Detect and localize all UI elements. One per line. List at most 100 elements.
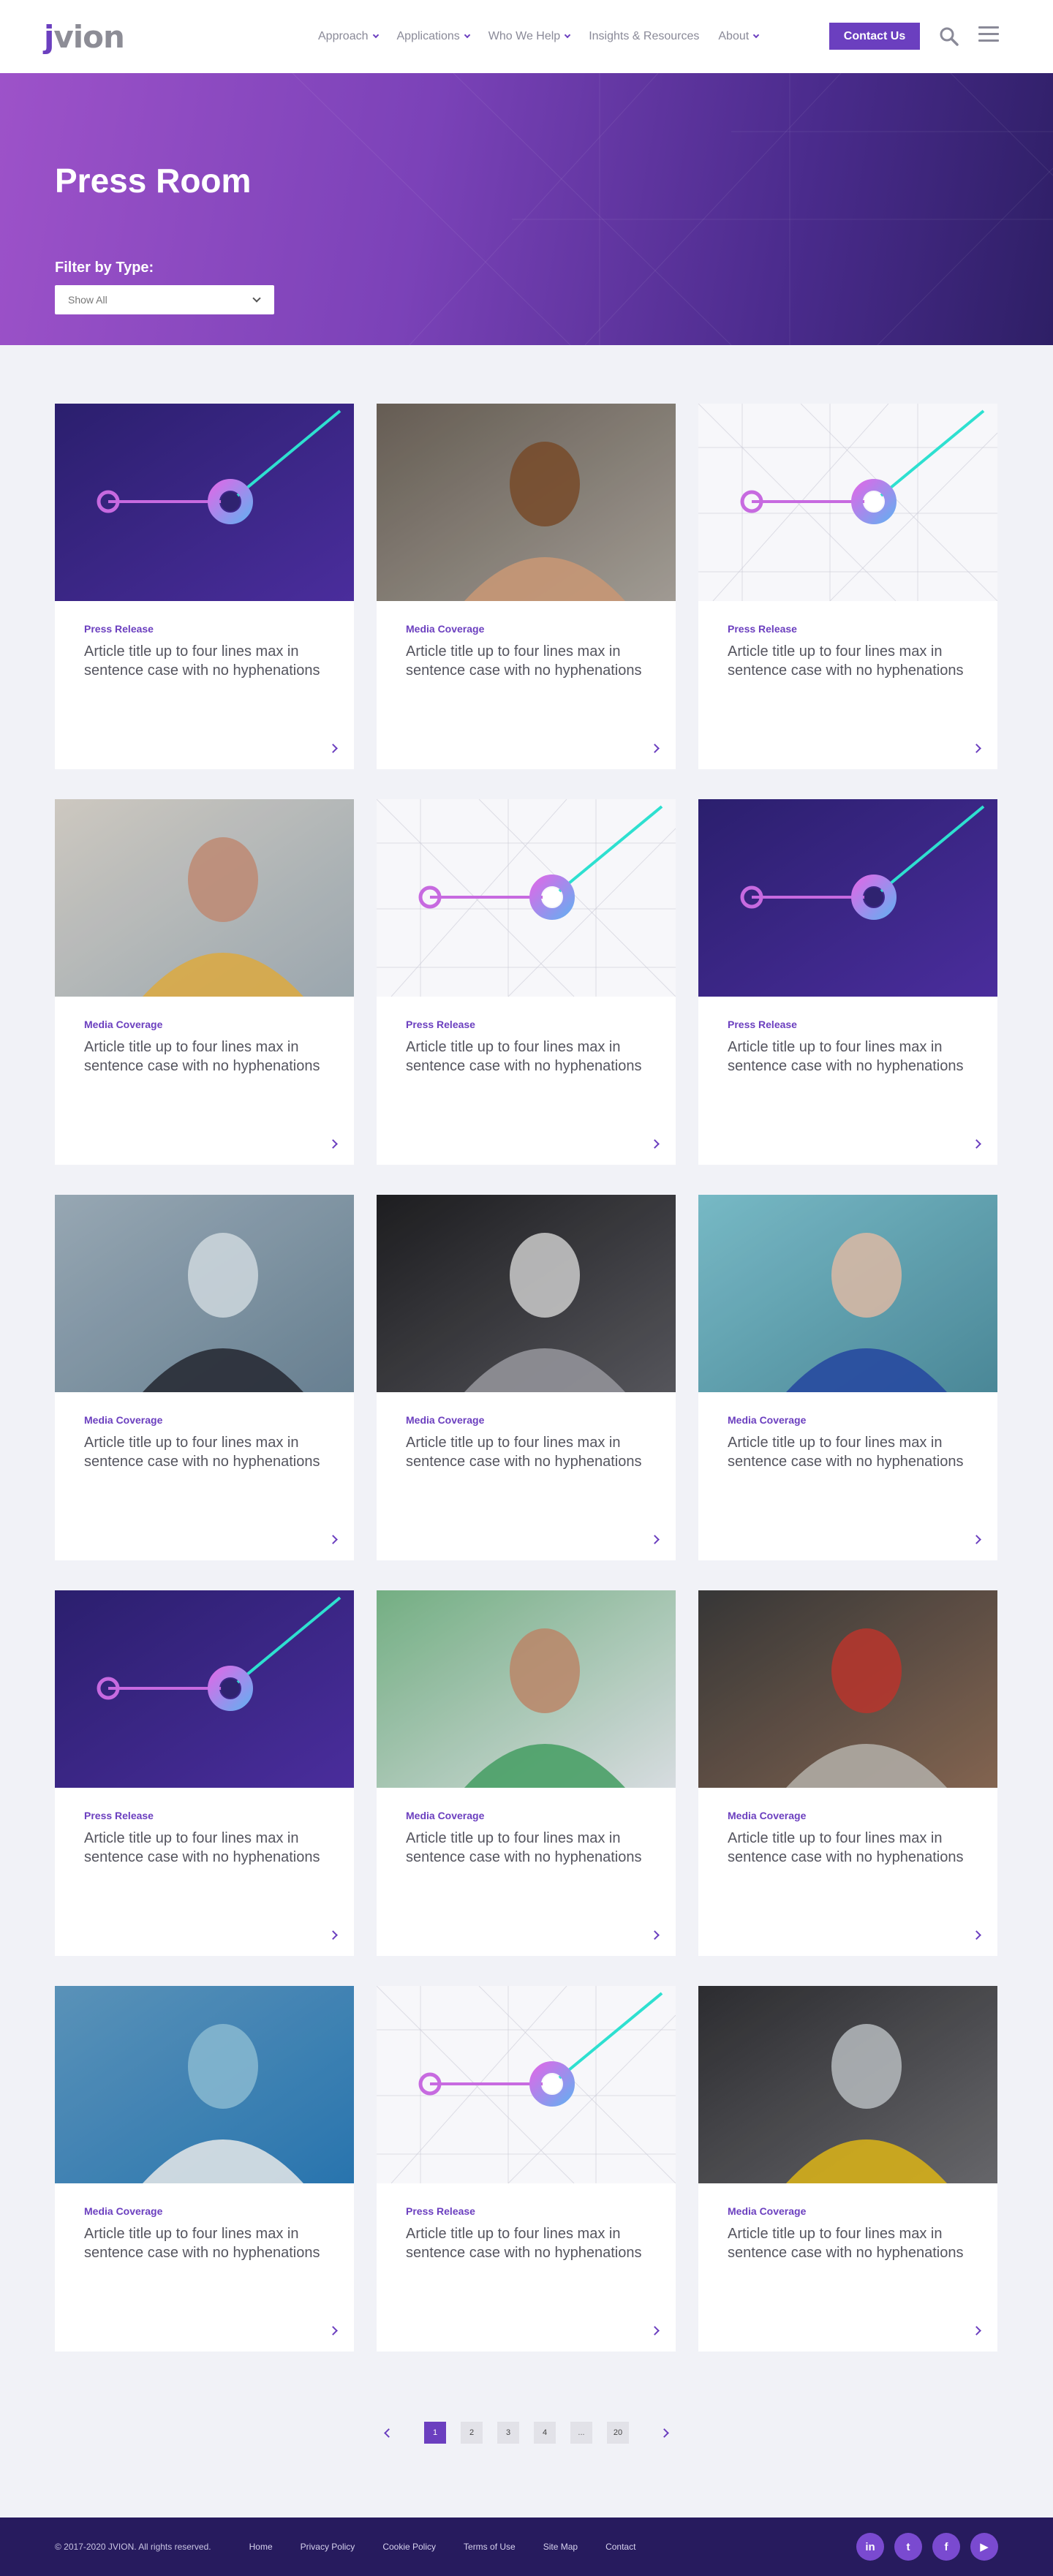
footer-link-terms-of-use[interactable]: Terms of Use <box>464 2542 516 2552</box>
nav-item-who-we-help[interactable]: Who We Help <box>488 30 571 43</box>
article-type-label: Media Coverage <box>728 1810 807 1821</box>
article-title[interactable]: Article title up to four lines max in se… <box>406 1829 647 1867</box>
nav-item-about[interactable]: About <box>718 30 760 43</box>
article-type-label: Media Coverage <box>406 1810 485 1821</box>
article-type-label: Media Coverage <box>406 1414 485 1426</box>
chevron-right-icon[interactable] <box>328 1139 338 1149</box>
facebook-icon[interactable]: f <box>932 2533 960 2561</box>
article-card[interactable]: Media Coverage Article title up to four l… <box>377 1590 676 1956</box>
search-icon[interactable] <box>939 26 959 47</box>
filter-type-select[interactable]: Show All <box>55 285 274 314</box>
chevron-right-icon[interactable] <box>650 1139 660 1149</box>
article-title[interactable]: Article title up to four lines max in se… <box>84 2224 325 2262</box>
article-title[interactable]: Article title up to four lines max in se… <box>728 1433 969 1471</box>
article-title[interactable]: Article title up to four lines max in se… <box>406 642 647 680</box>
article-photo <box>698 1986 997 2183</box>
article-title[interactable]: Article title up to four lines max in se… <box>84 1433 325 1471</box>
article-grid: Press Release Article title up to four li… <box>0 345 1053 2352</box>
footer-link-privacy-policy[interactable]: Privacy Policy <box>301 2542 355 2552</box>
chevron-down-icon <box>564 31 571 39</box>
linkedin-icon[interactable]: in <box>856 2533 884 2561</box>
nav-item-approach[interactable]: Approach <box>318 30 379 43</box>
article-type-label: Press Release <box>728 623 797 635</box>
chevron-right-icon[interactable] <box>972 1535 981 1544</box>
copyright-text: © 2017-2020 JVION. All rights reserved. <box>55 2542 211 2552</box>
article-card[interactable]: Press Release Article title up to four li… <box>55 404 354 769</box>
article-title[interactable]: Article title up to four lines max in se… <box>728 1829 969 1867</box>
chevron-right-icon[interactable] <box>972 1930 981 1940</box>
chevron-right-icon[interactable] <box>328 1930 338 1940</box>
article-card[interactable]: Press Release Article title up to four li… <box>698 799 997 1165</box>
twitter-icon[interactable]: t <box>894 2533 922 2561</box>
next-page-arrow-icon[interactable] <box>660 2428 669 2438</box>
article-photo <box>55 799 354 997</box>
page-button-4[interactable]: 4 <box>534 2422 556 2444</box>
press-release-graphic <box>698 799 997 997</box>
nav-item-applications[interactable]: Applications <box>397 30 471 43</box>
chevron-right-icon[interactable] <box>650 1535 660 1544</box>
page-button-2[interactable]: 2 <box>461 2422 483 2444</box>
chevron-right-icon[interactable] <box>328 744 338 753</box>
footer-link-site-map[interactable]: Site Map <box>543 2542 578 2552</box>
contact-us-button[interactable]: Contact Us <box>829 23 920 50</box>
article-card[interactable]: Media Coverage Article title up to four l… <box>55 1195 354 1560</box>
article-type-label: Media Coverage <box>84 2205 163 2217</box>
article-card[interactable]: Press Release Article title up to four li… <box>377 799 676 1165</box>
filter-label: Filter by Type: <box>55 260 154 276</box>
page-button-last[interactable]: 20 <box>607 2422 629 2444</box>
previous-page-arrow-icon[interactable] <box>384 2428 393 2438</box>
chevron-right-icon[interactable] <box>650 1930 660 1940</box>
article-type-label: Media Coverage <box>406 623 485 635</box>
article-title[interactable]: Article title up to four lines max in se… <box>84 1829 325 1867</box>
article-card[interactable]: Press Release Article title up to four li… <box>377 1986 676 2352</box>
youtube-icon[interactable]: ▶ <box>970 2533 998 2561</box>
article-card[interactable]: Media Coverage Article title up to four l… <box>377 1195 676 1560</box>
article-title[interactable]: Article title up to four lines max in se… <box>406 1038 647 1076</box>
chevron-down-icon <box>372 31 379 39</box>
article-card[interactable]: Press Release Article title up to four li… <box>55 1590 354 1956</box>
site-header: j vion Approach Applications Who We Help … <box>0 0 1053 73</box>
footer-link-cookie-policy[interactable]: Cookie Policy <box>382 2542 436 2552</box>
article-title[interactable]: Article title up to four lines max in se… <box>84 642 325 680</box>
main-nav: Approach Applications Who We Help Insigh… <box>318 0 777 73</box>
chevron-right-icon[interactable] <box>650 744 660 753</box>
article-title[interactable]: Article title up to four lines max in se… <box>728 1038 969 1076</box>
chevron-right-icon[interactable] <box>328 1535 338 1544</box>
chevron-down-icon <box>252 294 261 303</box>
article-photo <box>377 404 676 601</box>
page-button-1[interactable]: 1 <box>424 2422 446 2444</box>
article-photo <box>377 1195 676 1392</box>
page-button-3[interactable]: 3 <box>497 2422 519 2444</box>
article-title[interactable]: Article title up to four lines max in se… <box>728 642 969 680</box>
footer-link-contact[interactable]: Contact <box>605 2542 635 2552</box>
press-release-graphic <box>55 1590 354 1788</box>
hamburger-menu-icon[interactable] <box>978 26 999 44</box>
article-card[interactable]: Media Coverage Article title up to four l… <box>377 404 676 769</box>
nav-item-insights-resources[interactable]: Insights & Resources <box>589 30 699 43</box>
article-type-label: Press Release <box>406 1019 475 1030</box>
footer-link-home[interactable]: Home <box>249 2542 273 2552</box>
article-card[interactable]: Media Coverage Article title up to four l… <box>698 1590 997 1956</box>
article-card[interactable]: Media Coverage Article title up to four l… <box>698 1986 997 2352</box>
article-type-label: Media Coverage <box>84 1019 163 1030</box>
chevron-right-icon[interactable] <box>972 744 981 753</box>
chevron-right-icon[interactable] <box>650 2326 660 2335</box>
chevron-right-icon[interactable] <box>972 1139 981 1149</box>
article-title[interactable]: Article title up to four lines max in se… <box>728 2224 969 2262</box>
jvion-logo[interactable]: j vion <box>44 19 125 55</box>
nav-label: About <box>718 30 750 42</box>
article-title[interactable]: Article title up to four lines max in se… <box>406 2224 647 2262</box>
article-title[interactable]: Article title up to four lines max in se… <box>406 1433 647 1471</box>
chevron-right-icon[interactable] <box>972 2326 981 2335</box>
article-card[interactable]: Media Coverage Article title up to four l… <box>55 1986 354 2352</box>
article-card[interactable]: Media Coverage Article title up to four l… <box>55 799 354 1165</box>
chevron-right-icon[interactable] <box>328 2326 338 2335</box>
article-title[interactable]: Article title up to four lines max in se… <box>84 1038 325 1076</box>
article-card[interactable]: Press Release Article title up to four li… <box>698 404 997 769</box>
nav-label: Insights & Resources <box>589 30 700 42</box>
article-type-label: Press Release <box>84 623 154 635</box>
article-type-label: Media Coverage <box>728 1414 807 1426</box>
article-card[interactable]: Media Coverage Article title up to four l… <box>698 1195 997 1560</box>
article-photo <box>698 1195 997 1392</box>
pagination: 1 2 3 4 ... 20 <box>0 2422 1053 2444</box>
